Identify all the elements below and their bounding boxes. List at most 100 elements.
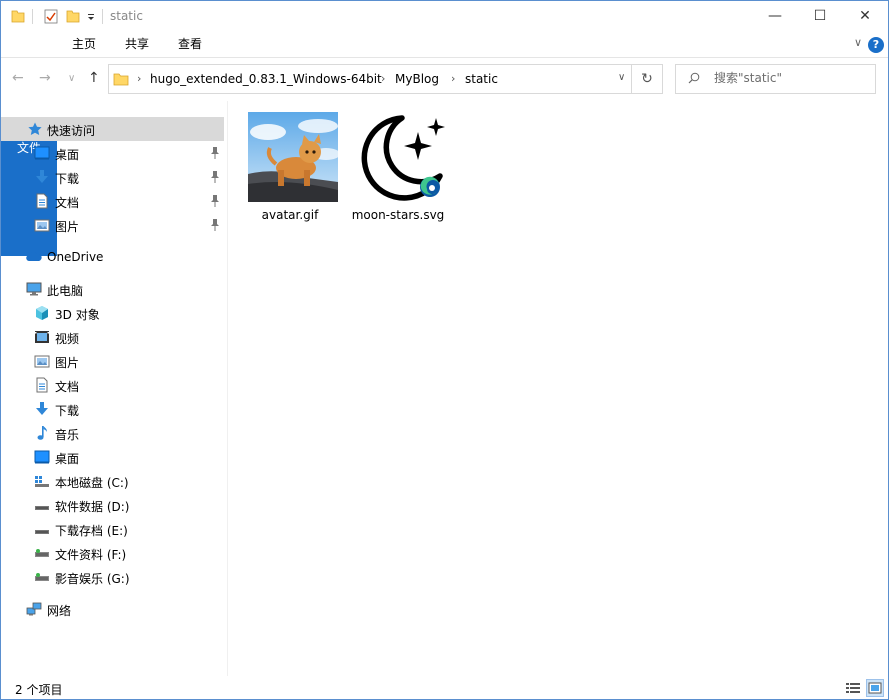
refresh-icon[interactable]: ↻ — [631, 65, 662, 93]
breadcrumb-item[interactable]: static — [465, 72, 498, 86]
search-input[interactable] — [714, 71, 864, 85]
nav-item-onedrive[interactable]: OneDrive — [1, 245, 224, 269]
back-arrow-icon[interactable]: ← — [12, 70, 24, 86]
drive-icon — [35, 506, 49, 510]
cat-photo-thumbnail — [248, 112, 338, 202]
nav-label: 此电脑 — [47, 284, 84, 298]
nav-label: 软件数据 (D:) — [55, 500, 130, 514]
nav-label: 本地磁盘 (C:) — [55, 476, 129, 490]
address-dropdown-chevron-icon[interactable]: ∨ — [618, 72, 625, 83]
nav-label: 图片 — [55, 220, 80, 234]
moon-stars-edge-icon — [356, 112, 446, 202]
forward-arrow-icon[interactable]: → — [39, 70, 51, 86]
details-view-icon — [846, 683, 860, 693]
up-arrow-icon[interactable]: ↑ — [88, 70, 100, 86]
customize-toolbar-icon[interactable] — [86, 8, 96, 24]
3d-objects-icon — [36, 306, 48, 320]
nav-item-pictures[interactable]: 图片 — [1, 349, 224, 373]
navigation-bar: ← → ∨ ↑ › hugo_extended_0.83.1_Windows-6… — [1, 58, 888, 100]
search-box[interactable] — [675, 64, 876, 94]
nav-item-network[interactable]: 网络 — [1, 597, 224, 621]
large-icons-view-button[interactable] — [866, 679, 884, 697]
nav-item-videos[interactable]: 视频 — [1, 325, 224, 349]
network-icon — [26, 602, 42, 616]
breadcrumb-chevron-icon[interactable]: › — [451, 72, 455, 85]
recent-locations-chevron-icon[interactable]: ∨ — [68, 73, 75, 84]
nav-label: 桌面 — [55, 148, 80, 162]
nav-label: 文档 — [55, 196, 80, 210]
breadcrumb-chevron-icon[interactable]: › — [137, 72, 141, 85]
file-name: moon-stars.svg — [351, 208, 445, 222]
pin-icon — [211, 219, 219, 231]
file-item[interactable]: moon-stars.svg — [346, 105, 450, 225]
properties-icon[interactable] — [44, 8, 58, 24]
nav-label: 3D 对象 — [55, 308, 100, 322]
nav-item-downloads[interactable]: 下载 — [1, 165, 224, 189]
status-bar: 2 个项目 — [1, 677, 888, 699]
file-item[interactable]: avatar.gif — [238, 105, 342, 225]
ribbon-tabs: 文件 主页 共享 查看 ∨ ? — [1, 32, 888, 256]
minimize-button[interactable]: — — [752, 1, 798, 31]
nav-label: 影音娱乐 (G:) — [55, 572, 130, 586]
address-bar[interactable]: › hugo_extended_0.83.1_Windows-64bit › M… — [108, 64, 663, 94]
nav-item-downloads[interactable]: 下载 — [1, 397, 224, 421]
folder-icon — [11, 10, 25, 23]
desktop-icon — [34, 450, 50, 464]
breadcrumb-chevron-icon[interactable]: › — [381, 72, 385, 85]
help-icon[interactable]: ? — [868, 37, 884, 53]
nav-label: 下载 — [55, 172, 80, 186]
file-explorer-window: static — ☐ ✕ 文件 主页 共享 查看 ∨ ? ← → ∨ ↑ › h… — [0, 0, 889, 700]
download-icon — [36, 170, 48, 183]
details-view-button[interactable] — [844, 679, 862, 697]
toolbar-separator — [32, 9, 33, 24]
nav-label: 桌面 — [55, 452, 80, 466]
nav-item-pictures[interactable]: 图片 — [1, 213, 224, 237]
nav-item-music[interactable]: 音乐 — [1, 421, 224, 445]
nav-item-documents[interactable]: 文档 — [1, 373, 224, 397]
computer-icon — [26, 282, 42, 296]
nav-label: 音乐 — [55, 428, 80, 442]
nav-item-drive-d[interactable]: 软件数据 (D:) — [1, 493, 224, 517]
title-bar: static — ☐ ✕ — [1, 1, 888, 32]
onedrive-icon — [26, 251, 42, 261]
nav-label: OneDrive — [47, 250, 104, 264]
expand-ribbon-icon[interactable]: ∨ — [854, 36, 862, 49]
pin-icon — [211, 195, 219, 207]
window-title: static — [110, 9, 143, 23]
new-folder-icon[interactable] — [66, 8, 80, 24]
videos-icon — [35, 331, 49, 343]
search-icon — [688, 72, 700, 84]
nav-item-drive-c[interactable]: 本地磁盘 (C:) — [1, 469, 224, 493]
item-count: 2 个项目 — [15, 683, 63, 697]
nav-item-desktop[interactable]: 桌面 — [1, 445, 224, 469]
large-icons-view-icon — [868, 682, 882, 694]
documents-icon — [36, 377, 48, 393]
tab-view[interactable]: 查看 — [165, 32, 215, 57]
nav-item-drive-f[interactable]: 文件资料 (F:) — [1, 541, 224, 565]
nav-item-drive-g[interactable]: 影音娱乐 (G:) — [1, 565, 224, 589]
nav-item-this-pc[interactable]: 此电脑 — [1, 277, 224, 301]
nav-label: 视频 — [55, 332, 80, 346]
navigation-pane: 快速访问 桌面 下载 文档 图片 OneDrive 此电脑 3D 对象 视频 图… — [1, 101, 227, 676]
nav-item-documents[interactable]: 文档 — [1, 189, 224, 213]
tab-home[interactable]: 主页 — [59, 32, 109, 57]
pin-icon — [211, 147, 219, 159]
maximize-button[interactable]: ☐ — [797, 1, 843, 31]
breadcrumb-item[interactable]: hugo_extended_0.83.1_Windows-64bit — [150, 72, 382, 86]
star-icon — [28, 122, 42, 135]
nav-item-drive-e[interactable]: 下载存档 (E:) — [1, 517, 224, 541]
network-drive-icon — [35, 549, 49, 557]
nav-label: 文档 — [55, 380, 80, 394]
nav-item-quick-access[interactable]: 快速访问 — [1, 117, 224, 141]
pictures-icon — [34, 355, 50, 368]
folder-icon — [113, 73, 129, 86]
desktop-icon — [34, 146, 50, 160]
nav-item-3d-objects[interactable]: 3D 对象 — [1, 301, 224, 325]
pane-divider[interactable] — [227, 101, 228, 676]
close-button[interactable]: ✕ — [842, 1, 888, 31]
pin-icon — [211, 171, 219, 183]
pictures-icon — [34, 219, 50, 232]
breadcrumb-item[interactable]: MyBlog — [395, 72, 439, 86]
nav-item-desktop[interactable]: 桌面 — [1, 141, 224, 165]
tab-share[interactable]: 共享 — [111, 32, 163, 57]
